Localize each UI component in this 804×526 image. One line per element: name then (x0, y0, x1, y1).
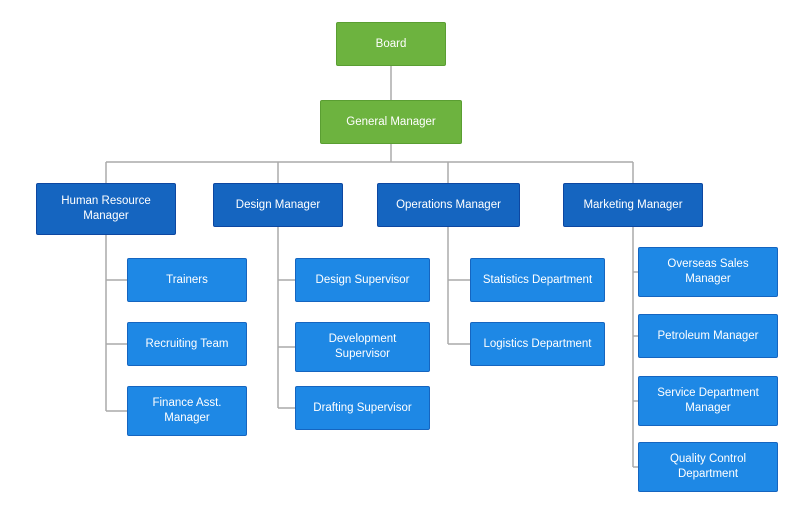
node-board: Board (336, 22, 446, 66)
node-label-trainers: Trainers (166, 273, 208, 288)
node-design_manager: Design Manager (213, 183, 343, 227)
node-label-general_manager: General Manager (346, 115, 436, 130)
node-label-service_dept: Service Department Manager (645, 386, 771, 416)
node-hr_manager: Human Resource Manager (36, 183, 176, 235)
node-label-statistics_dept: Statistics Department (483, 273, 592, 288)
node-label-board: Board (376, 37, 407, 52)
node-trainers: Trainers (127, 258, 247, 302)
node-label-operations_manager: Operations Manager (396, 198, 501, 213)
node-label-overseas_sales: Overseas Sales Manager (645, 257, 771, 287)
node-label-dev_supervisor: Development Supervisor (302, 332, 423, 362)
node-drafting_supervisor: Drafting Supervisor (295, 386, 430, 430)
node-label-design_supervisor: Design Supervisor (316, 273, 410, 288)
node-logistics_dept: Logistics Department (470, 322, 605, 366)
node-petroleum_mgr: Petroleum Manager (638, 314, 778, 358)
node-operations_manager: Operations Manager (377, 183, 520, 227)
node-general_manager: General Manager (320, 100, 462, 144)
node-recruiting_team: Recruiting Team (127, 322, 247, 366)
node-label-finance_asst: Finance Asst. Manager (134, 396, 240, 426)
node-label-design_manager: Design Manager (236, 198, 320, 213)
node-dev_supervisor: Development Supervisor (295, 322, 430, 372)
node-service_dept: Service Department Manager (638, 376, 778, 426)
node-label-hr_manager: Human Resource Manager (43, 194, 169, 224)
node-overseas_sales: Overseas Sales Manager (638, 247, 778, 297)
node-marketing_manager: Marketing Manager (563, 183, 703, 227)
node-statistics_dept: Statistics Department (470, 258, 605, 302)
node-label-logistics_dept: Logistics Department (483, 337, 591, 352)
node-design_supervisor: Design Supervisor (295, 258, 430, 302)
node-label-marketing_manager: Marketing Manager (583, 198, 682, 213)
node-label-drafting_supervisor: Drafting Supervisor (313, 401, 411, 416)
node-finance_asst: Finance Asst. Manager (127, 386, 247, 436)
node-label-petroleum_mgr: Petroleum Manager (658, 329, 759, 344)
org-chart: Board General Manager Human Resource Manag… (0, 0, 804, 526)
node-quality_ctrl: Quality Control Department (638, 442, 778, 492)
node-label-recruiting_team: Recruiting Team (146, 337, 229, 352)
node-label-quality_ctrl: Quality Control Department (645, 452, 771, 482)
